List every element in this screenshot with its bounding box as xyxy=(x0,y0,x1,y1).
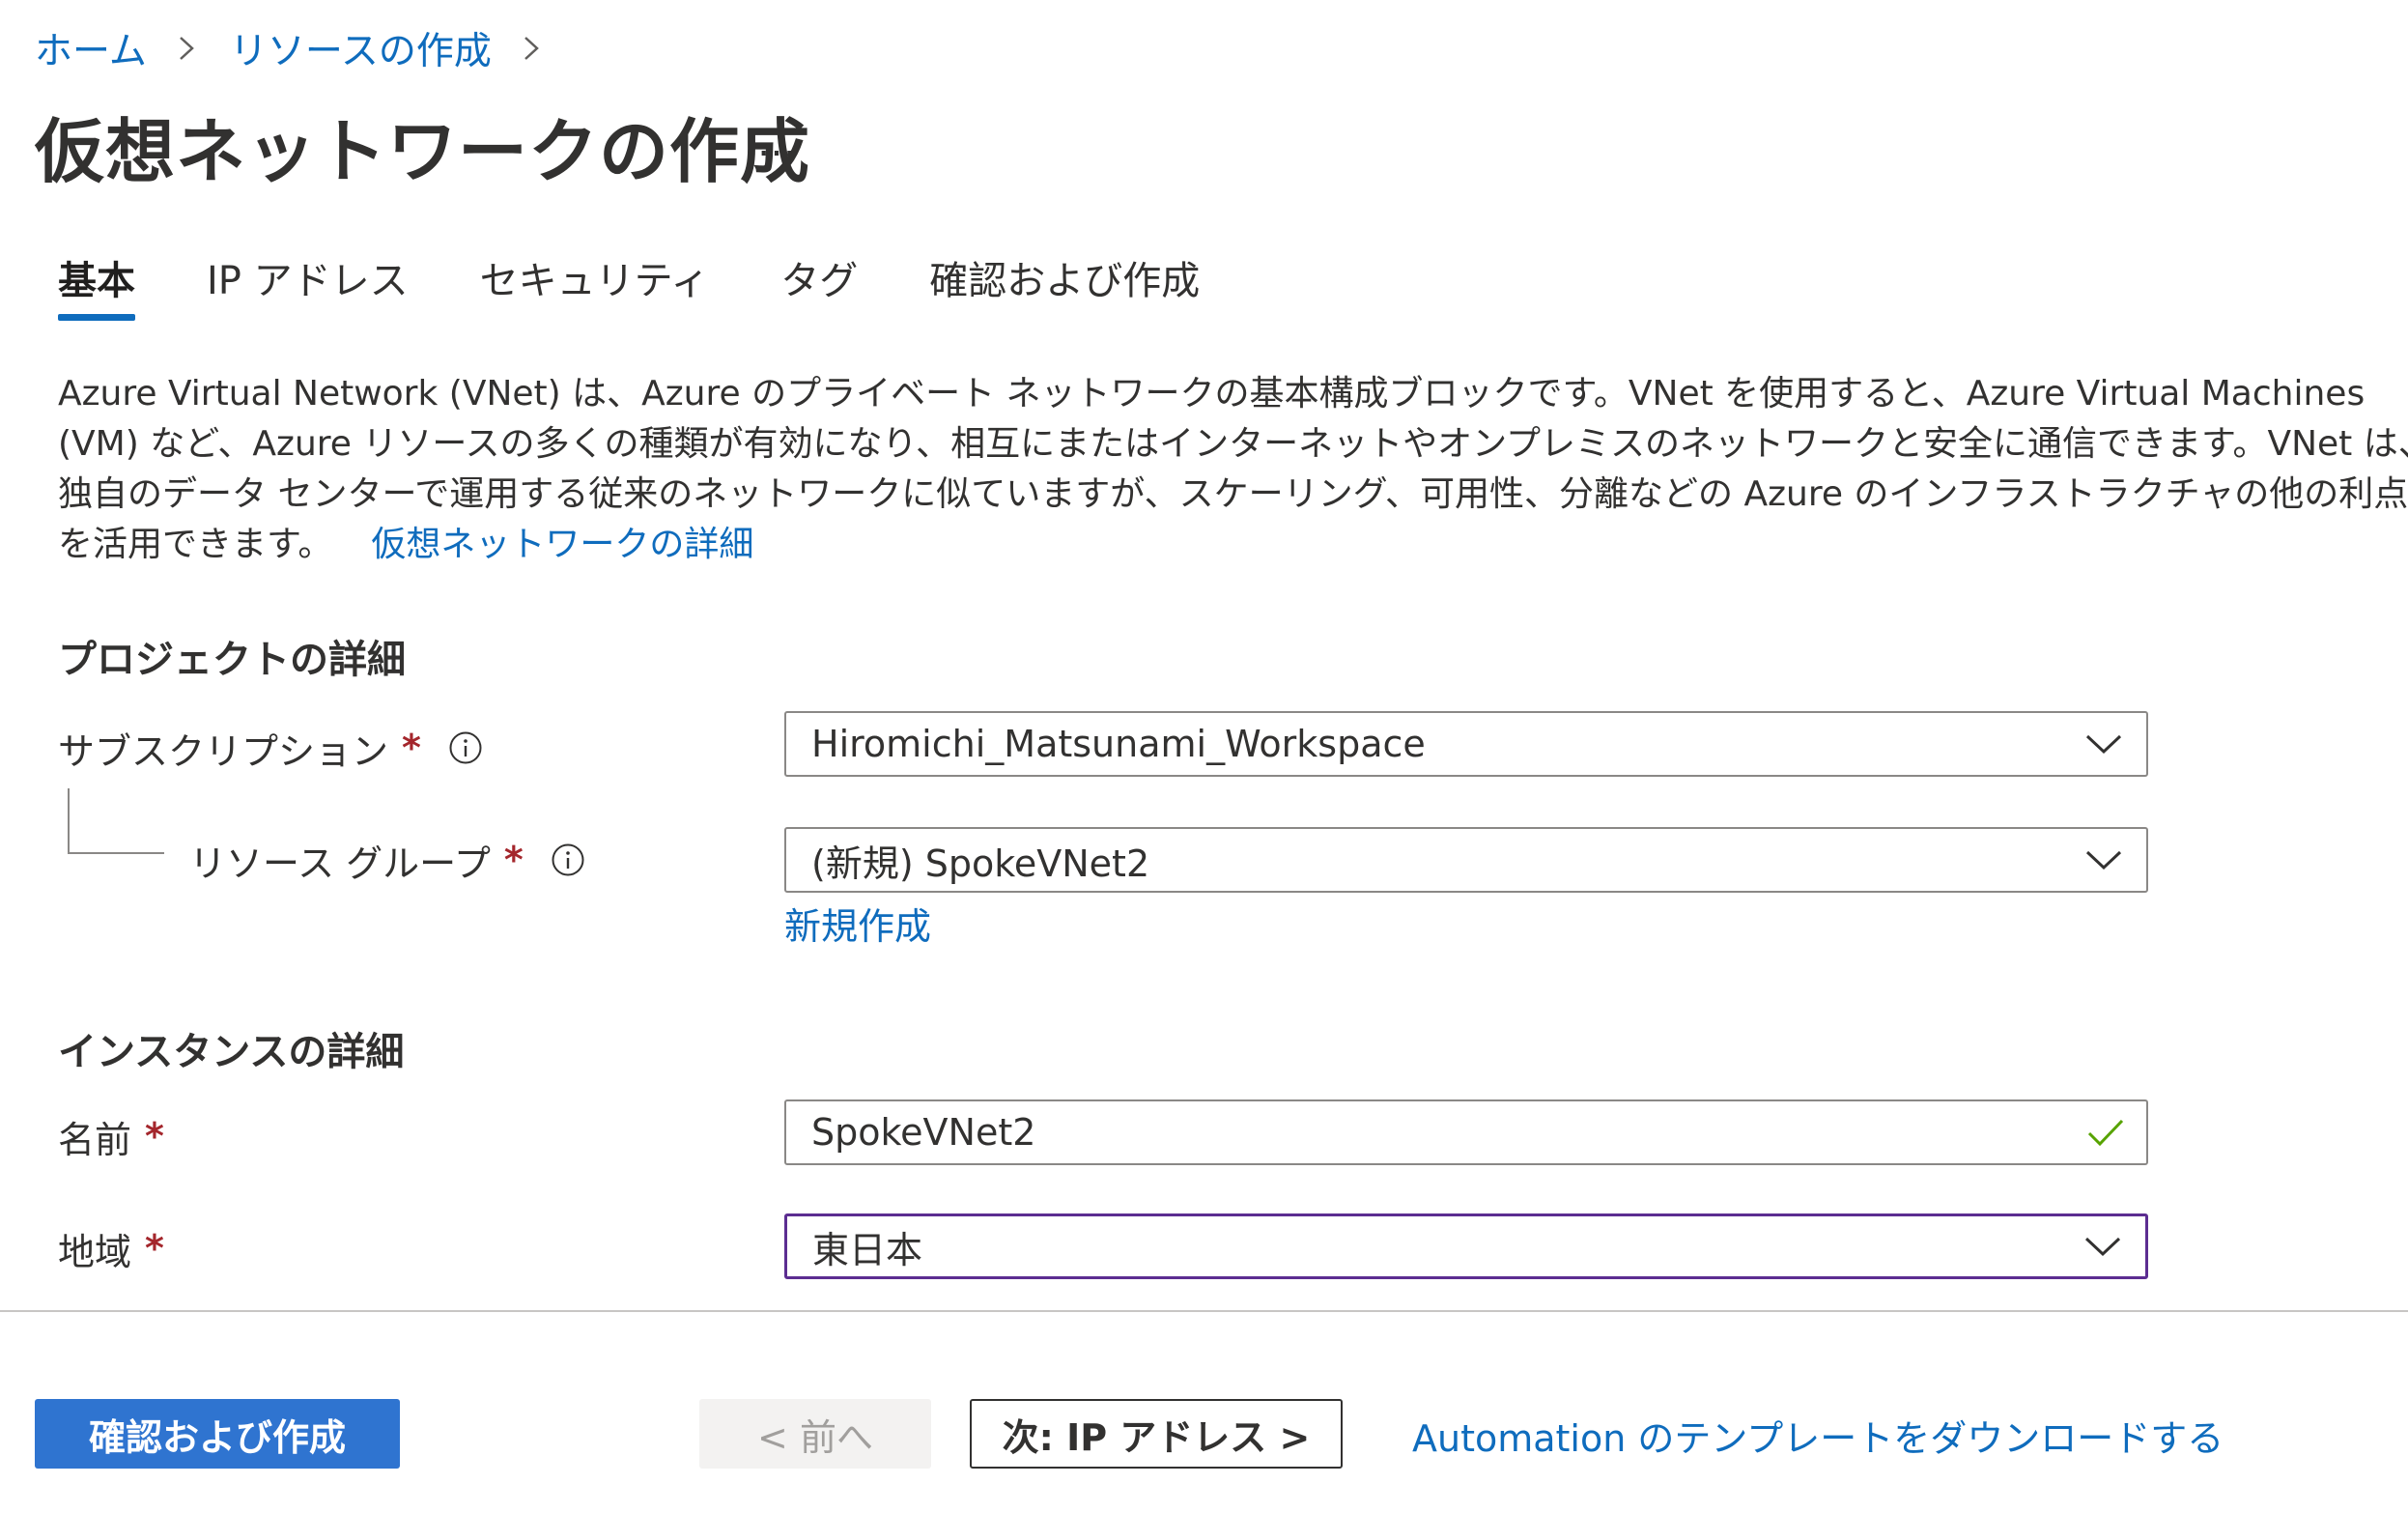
name-label-text: 名前 xyxy=(58,1118,132,1161)
description-line: 独自のデータ センターで運用する従来のネットワークに似ていますが、スケーリング、… xyxy=(58,474,2408,514)
description-line: (VM) など、Azure リソースの多くの種類が有効になり、相互にまたはインタ… xyxy=(58,424,2408,464)
tab-ip-addresses[interactable]: IP アドレス xyxy=(207,253,409,321)
instance-details-heading: インスタンスの詳細 xyxy=(58,1030,405,1074)
checkmark-icon xyxy=(2084,1111,2127,1154)
footer-divider xyxy=(0,1310,2408,1312)
tab-bar: 基本 IP アドレス セキュリティ タグ 確認および作成 xyxy=(58,253,1200,336)
tree-connector xyxy=(68,788,164,854)
subscription-value: Hiromichi_Matsunami_Workspace xyxy=(811,723,1426,765)
name-value: SpokeVNet2 xyxy=(811,1111,1036,1154)
page-title: 仮想ネットワークの作成 xyxy=(35,111,811,192)
next-ip-addresses-button[interactable]: 次: IP アドレス > xyxy=(970,1399,1343,1469)
info-icon[interactable] xyxy=(551,842,585,877)
tab-security[interactable]: セキュリティ xyxy=(480,253,710,321)
breadcrumb: ホーム リソースの作成 xyxy=(35,23,575,73)
required-marker: * xyxy=(503,839,524,881)
previous-button[interactable]: < 前へ xyxy=(699,1399,931,1469)
region-value: 東日本 xyxy=(812,1228,923,1271)
subscription-label: サブスクリプション * xyxy=(58,713,483,783)
tab-tags[interactable]: タグ xyxy=(780,253,858,321)
description: Azure Virtual Network (VNet) は、Azure のプラ… xyxy=(58,369,2408,570)
chevron-down-icon xyxy=(2082,1225,2124,1268)
region-dropdown[interactable]: 東日本 xyxy=(784,1213,2148,1279)
subscription-label-text: サブスクリプション xyxy=(58,729,389,773)
name-label: 名前 * xyxy=(58,1101,164,1171)
create-new-resource-group-link[interactable]: 新規作成 xyxy=(784,897,931,950)
region-label: 地域 * xyxy=(58,1213,164,1283)
required-marker: * xyxy=(145,1115,164,1157)
resource-group-dropdown[interactable]: (新規) SpokeVNet2 xyxy=(784,827,2148,893)
required-marker: * xyxy=(145,1227,164,1270)
review-create-button[interactable]: 確認および作成 xyxy=(35,1399,400,1469)
tab-review-create[interactable]: 確認および作成 xyxy=(929,253,1200,321)
region-label-text: 地域 xyxy=(58,1230,132,1273)
more-options-button[interactable]: … xyxy=(751,114,802,172)
resource-group-value: (新規) SpokeVNet2 xyxy=(811,842,1150,885)
description-line: を活用できます。 仮想ネットワークの詳細 xyxy=(58,520,2183,570)
breadcrumb-create-resource-link[interactable]: リソースの作成 xyxy=(230,21,492,75)
project-details-heading: プロジェクトの詳細 xyxy=(58,638,406,682)
resource-group-label-text: リソース グループ xyxy=(189,842,491,885)
info-icon[interactable] xyxy=(448,730,483,765)
vnet-details-link[interactable]: 仮想ネットワークの詳細 xyxy=(371,525,753,564)
description-line: Azure Virtual Network (VNet) は、Azure のプラ… xyxy=(58,374,2366,414)
subscription-dropdown[interactable]: Hiromichi_Matsunami_Workspace xyxy=(784,711,2148,777)
chevron-down-icon xyxy=(2082,839,2125,881)
resource-group-label: リソース グループ * xyxy=(189,825,585,895)
name-input[interactable]: SpokeVNet2 xyxy=(784,1099,2148,1165)
required-marker: * xyxy=(402,727,421,769)
description-line-text: を活用できます。 xyxy=(58,525,333,564)
chevron-right-icon xyxy=(172,34,201,63)
chevron-down-icon xyxy=(2082,723,2125,765)
download-automation-template-link[interactable]: Automation のテンプレートをダウンロードする xyxy=(1412,1403,2224,1467)
breadcrumb-home-link[interactable]: ホーム xyxy=(35,21,147,75)
tab-basics[interactable]: 基本 xyxy=(58,253,135,321)
chevron-right-icon xyxy=(517,34,546,63)
